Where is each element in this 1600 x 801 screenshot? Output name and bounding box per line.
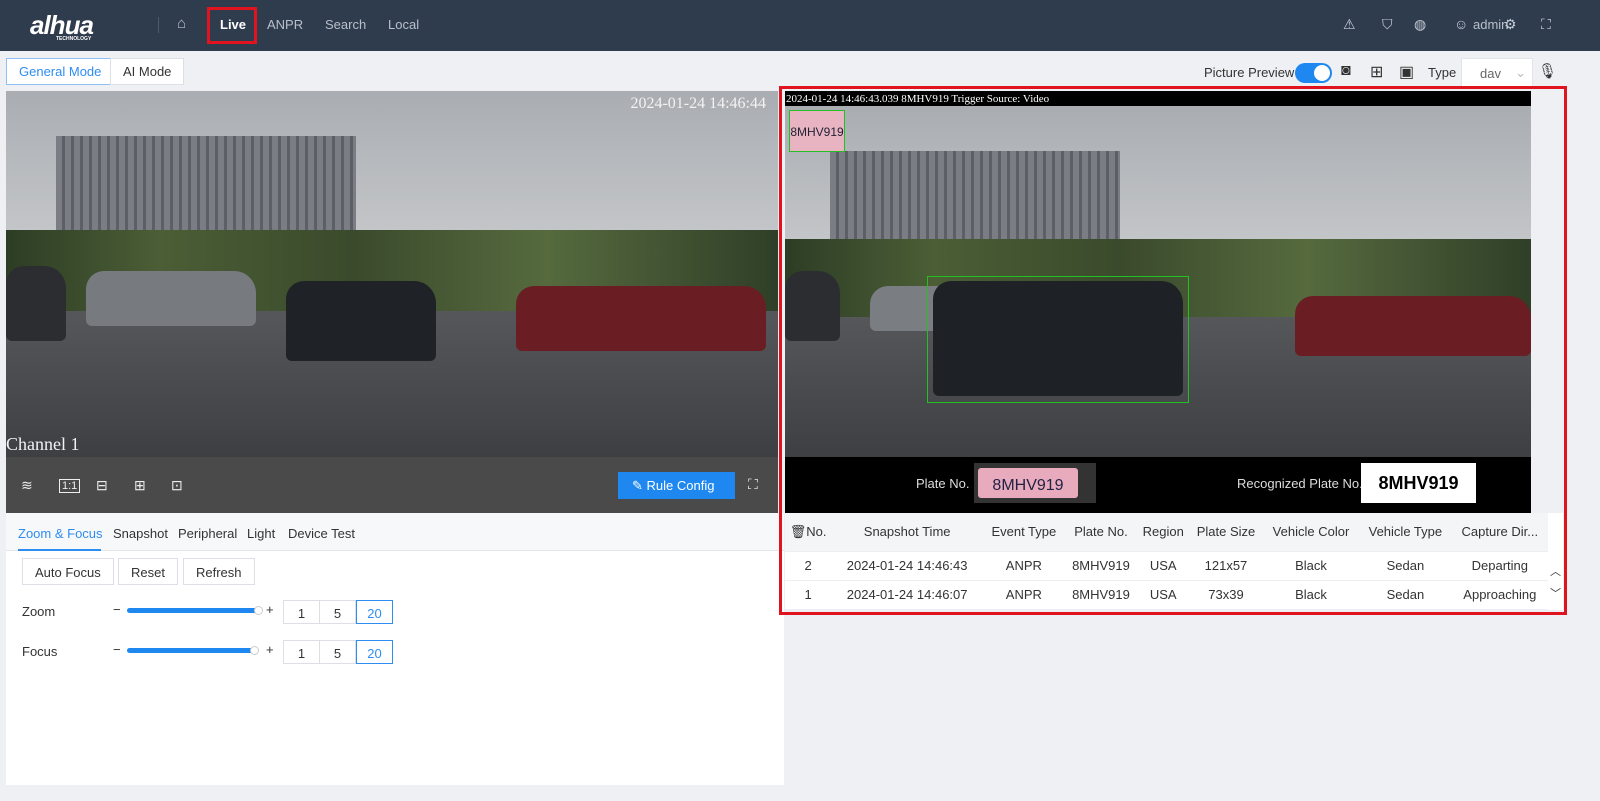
zoom-minus[interactable]: −	[113, 602, 121, 617]
picture-preview-label: Picture Preview	[1204, 65, 1295, 80]
nav-search[interactable]: Search	[325, 17, 366, 32]
snapshot-icon[interactable]: ◙	[1341, 62, 1351, 80]
shirt-icon[interactable]: ⛉	[1382, 16, 1393, 33]
slider-fill	[127, 648, 254, 653]
chevron-down-icon: ⌄	[1515, 65, 1526, 80]
tab-peripheral[interactable]: Peripheral	[178, 526, 237, 541]
slider-handle[interactable]	[249, 646, 259, 655]
live-video[interactable]: 2024-01-24 14:46:44 Channel 1	[6, 91, 778, 457]
microphone-icon[interactable]: 🎙	[1538, 62, 1557, 80]
tab-light[interactable]: Light	[247, 526, 275, 541]
alarm-icon[interactable]: ⚠	[1343, 16, 1356, 33]
tab-zoom-focus[interactable]: Zoom & Focus	[18, 526, 103, 541]
divider	[158, 17, 159, 33]
focus-step-1[interactable]: 1	[283, 640, 320, 664]
fullscreen-icon[interactable]: ⛶	[748, 476, 758, 493]
focus-slider[interactable]	[127, 646, 259, 656]
video-control-bar: ≋ 1:1 ⊟ ⊞ ⊡ ✎ Rule Config ⛶	[6, 457, 778, 513]
fit-width-icon[interactable]: ⊟	[96, 477, 108, 494]
slider-fill	[127, 608, 258, 613]
type-label: Type	[1428, 65, 1457, 80]
add-window-icon[interactable]: ⊞	[1370, 62, 1383, 82]
stream-icon[interactable]: ≋	[21, 477, 33, 494]
focus-step-20[interactable]: 20	[356, 640, 393, 664]
globe-icon[interactable]: ◍	[1414, 16, 1426, 33]
ptz-panel: Zoom & Focus Snapshot Peripheral Light D…	[6, 513, 784, 785]
nav-local[interactable]: Local	[388, 17, 419, 32]
focus-plus[interactable]: +	[266, 642, 274, 657]
top-nav-bar: alhua TECHNOLOGY ⌂ Live ANPR Search Local…	[0, 0, 1600, 51]
rule-config-button[interactable]: ✎ Rule Config	[618, 472, 735, 499]
type-select[interactable]: dav ⌄	[1461, 58, 1533, 87]
image-adjust-icon[interactable]: ⊡	[171, 477, 183, 494]
zoom-label: Zoom	[22, 604, 56, 619]
original-size-icon[interactable]: 1:1	[59, 479, 81, 493]
highlight-box	[207, 7, 257, 44]
focus-minus[interactable]: −	[113, 642, 121, 657]
auto-focus-button[interactable]: Auto Focus	[22, 558, 114, 585]
nav-anpr[interactable]: ANPR	[267, 17, 303, 32]
slider-handle[interactable]	[253, 606, 263, 615]
zoom-plus[interactable]: +	[266, 602, 274, 617]
fullscreen-icon[interactable]: ⛶	[1541, 16, 1551, 33]
tab-device-test[interactable]: Device Test	[288, 526, 355, 541]
zoom-step-20[interactable]: 20	[356, 600, 393, 624]
refresh-button[interactable]: Refresh	[183, 558, 255, 585]
highlight-box	[779, 86, 1567, 615]
zoom-step-5[interactable]: 5	[319, 600, 356, 624]
reset-button[interactable]: Reset	[118, 558, 178, 585]
settings-icon[interactable]: ⚙	[1504, 16, 1517, 33]
general-mode-tab[interactable]: General Mode	[6, 58, 115, 85]
focus-step-5[interactable]: 5	[319, 640, 356, 664]
zoom-step-1[interactable]: 1	[283, 600, 320, 624]
pen-icon: ✎	[632, 478, 647, 493]
zoom-slider[interactable]	[127, 606, 263, 616]
focus-label: Focus	[22, 644, 58, 659]
dahua-logo: alhua TECHNOLOGY	[30, 10, 94, 42]
picture-preview-toggle[interactable]	[1295, 63, 1332, 83]
home-icon[interactable]: ⌂	[177, 15, 186, 32]
user-icon[interactable]: ☺	[1454, 16, 1468, 32]
split-icon[interactable]: ⊞	[134, 477, 146, 494]
video-timestamp: 2024-01-24 14:46:44	[630, 95, 766, 112]
record-icon[interactable]: ▣	[1399, 62, 1414, 82]
ai-mode-tab[interactable]: AI Mode	[110, 58, 185, 85]
channel-label: Channel 1	[6, 434, 80, 454]
tab-snapshot[interactable]: Snapshot	[113, 526, 168, 541]
active-tab-indicator	[18, 549, 101, 551]
